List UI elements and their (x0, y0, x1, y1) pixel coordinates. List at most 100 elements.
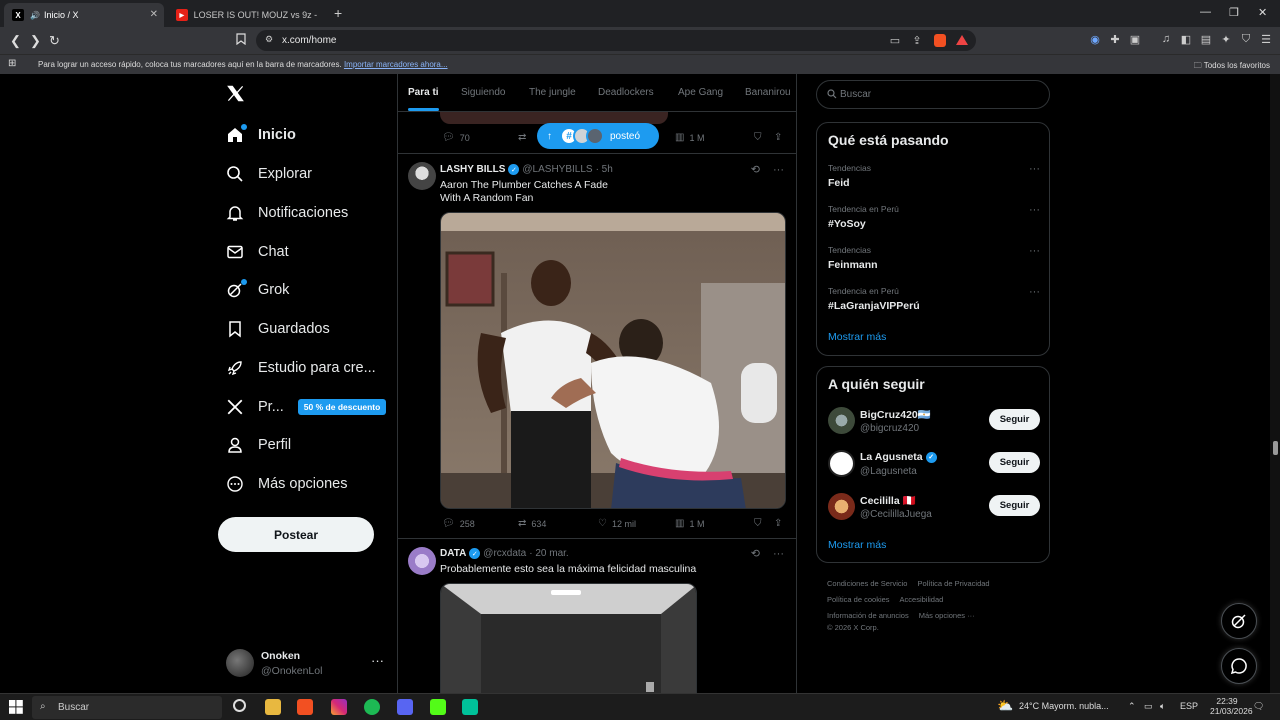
taskbar-search[interactable]: ⌕ Buscar (32, 696, 222, 719)
nav-bookmarks[interactable]: Guardados (226, 315, 330, 343)
author-handle[interactable]: @rcxdata (483, 548, 526, 559)
bookmark-post-button[interactable]: ⛉ (754, 132, 767, 143)
more-dots-icon[interactable]: ··· (1029, 163, 1040, 175)
notifications-icon[interactable]: 🗨︎ (1253, 701, 1264, 712)
views-button[interactable]: ▥ 1 M (675, 518, 704, 529)
windows-start-icon[interactable] (9, 700, 23, 714)
nav-creator-studio[interactable]: Estudio para cre... (226, 354, 376, 382)
search-input[interactable]: Buscar (816, 80, 1050, 109)
language-indicator[interactable]: ESP (1180, 701, 1198, 711)
grok-explain-icon[interactable]: ⟲ (751, 548, 760, 560)
brave-shields-icon[interactable] (934, 34, 946, 47)
account-switcher[interactable]: Onoken @OnokenLol ··· (226, 647, 386, 681)
screenshot-icon[interactable]: ▣ (1128, 33, 1142, 47)
post-time[interactable]: · 20 mar. (529, 548, 568, 559)
extensions-icon[interactable]: ✚ (1108, 33, 1122, 47)
tab-inicio-x[interactable]: X 🔊 Inicio / X ✕ (4, 3, 164, 27)
back-icon[interactable]: ❮ (10, 33, 21, 49)
trend-item[interactable]: Tendencia en Perú #LaGranjaVIPPerú ··· (828, 286, 1040, 312)
nav-chat[interactable]: Chat (226, 238, 289, 266)
share-post-button[interactable]: ⇪ (774, 518, 787, 529)
scrollbar-thumb[interactable] (1273, 441, 1278, 455)
app-icon[interactable] (462, 699, 478, 715)
more-dots-icon[interactable]: ··· (773, 164, 784, 176)
volume-icon[interactable]: 🔈︎ (1160, 701, 1165, 712)
ads-info-link[interactable]: Información de anuncios (827, 611, 909, 620)
nav-explore[interactable]: Explorar (226, 160, 312, 188)
grok-explain-icon[interactable]: ⟲ (751, 164, 760, 176)
tab-the-jungle[interactable]: The jungle (529, 87, 576, 98)
follow-button[interactable]: Seguir (989, 452, 1040, 473)
brave-browser-icon[interactable] (297, 699, 313, 715)
post-time[interactable]: · 5h (596, 164, 613, 175)
privacy-link[interactable]: Política de Privacidad (917, 579, 989, 588)
messages-floating-button[interactable] (1221, 648, 1257, 684)
share-post-button[interactable]: ⇪ (774, 132, 787, 143)
kick-icon[interactable] (430, 699, 446, 715)
reply-button[interactable]: 💬︎ 70 (442, 132, 470, 143)
show-more-follow-link[interactable]: Mostrar más (828, 539, 886, 551)
tweet-video[interactable] (440, 583, 697, 693)
repost-button[interactable]: ⇄ (518, 132, 531, 143)
apps-grid-icon[interactable]: ⊞ (8, 58, 16, 69)
views-button[interactable]: ▥ 1 M (675, 132, 704, 143)
tab-deadlockers[interactable]: Deadlockers (598, 87, 654, 98)
reply-button[interactable]: 💬︎ 258 (442, 518, 475, 529)
like-button[interactable]: ♡ 12 mil (598, 518, 636, 529)
minimize-button[interactable]: — (1200, 6, 1211, 18)
media-icon[interactable]: ♫ (1159, 33, 1173, 47)
cortana-icon[interactable] (233, 699, 246, 712)
x-logo-icon[interactable] (226, 84, 245, 103)
vpn-icon[interactable]: ⛉ (1239, 33, 1253, 47)
nav-profile[interactable]: Perfil (226, 431, 291, 459)
reload-icon[interactable]: ↻ (49, 33, 60, 49)
cookies-link[interactable]: Política de cookies (827, 595, 890, 604)
follow-suggestion[interactable]: BigCruz420🇦🇷 @bigcruz420 Seguir (828, 407, 1040, 439)
more-options-link[interactable]: Más opciones ··· (919, 611, 975, 620)
menu-icon[interactable]: ☰ (1259, 33, 1273, 47)
terms-link[interactable]: Condiciones de Servicio (827, 579, 907, 588)
network-icon[interactable]: ▭ (1144, 701, 1153, 712)
import-bookmarks-link[interactable]: Importar marcadores ahora... (344, 60, 448, 69)
tab-bananirou[interactable]: Bananirou (745, 87, 791, 98)
sidebar-icon[interactable]: ◧ (1179, 33, 1193, 47)
new-posts-pill[interactable]: ↑ # posteó (537, 123, 659, 149)
tab-para-ti[interactable]: Para ti (408, 87, 439, 111)
tweet[interactable]: LASHY BILLS ✓ @LASHYBILLS · 5h ⟲ ··· Aar… (398, 154, 796, 539)
all-favorites-folder[interactable]: 🗀 Todos los favoritos (1194, 60, 1270, 74)
trend-item[interactable]: Tendencia en Perú #YoSoy ··· (828, 204, 1040, 230)
grok-floating-button[interactable] (1221, 603, 1257, 639)
bookmark-icon[interactable] (236, 33, 246, 45)
follow-button[interactable]: Seguir (989, 409, 1040, 430)
bookmark-post-button[interactable]: ⛉ (754, 518, 767, 529)
restore-button[interactable]: ❐ (1229, 6, 1239, 19)
trend-item[interactable]: Tendencias Feid ··· (828, 163, 1040, 189)
more-dots-icon[interactable]: ··· (773, 548, 784, 560)
spotify-icon[interactable] (364, 699, 380, 715)
close-window-button[interactable]: ✕ (1258, 6, 1267, 19)
more-dots-icon[interactable]: ··· (1029, 245, 1040, 257)
follow-button[interactable]: Seguir (989, 495, 1040, 516)
instagram-icon[interactable] (331, 699, 347, 715)
author-handle[interactable]: @LASHYBILLS (522, 164, 592, 175)
tweet-video[interactable] (440, 212, 786, 509)
repost-button[interactable]: ⇄ 634 (518, 518, 546, 529)
new-tab-button[interactable]: + (334, 5, 342, 21)
avatar[interactable] (408, 547, 436, 575)
share-icon[interactable]: ⇪ (910, 34, 924, 48)
discord-icon[interactable] (397, 699, 413, 715)
chevron-up-icon[interactable]: ⌃ (1128, 701, 1136, 712)
file-explorer-icon[interactable] (265, 699, 281, 715)
audio-icon[interactable]: ◉ (1088, 33, 1102, 47)
tab-ape-gang[interactable]: Ape Gang (678, 87, 723, 98)
weather-text[interactable]: 24°C Mayorm. nubla... (1019, 701, 1109, 711)
nav-more-options[interactable]: Más opciones (226, 470, 347, 498)
accessibility-link[interactable]: Accesibilidad (900, 595, 944, 604)
wallet-icon[interactable]: ▤ (1199, 33, 1213, 47)
nav-grok[interactable]: Grok (226, 276, 289, 304)
tab-youtube[interactable]: ▶ LOSER IS OUT! MOUZ vs 9z - Official (168, 3, 328, 27)
follow-suggestion[interactable]: La Agusneta ✓ @Lagusneta Seguir (828, 450, 1040, 482)
site-settings-icon[interactable]: ⚙ (265, 34, 273, 45)
follow-suggestion[interactable]: Cecililla 🇵🇪 @CecilillaJuega Seguir (828, 493, 1040, 525)
author-name[interactable]: LASHY BILLS (440, 164, 505, 175)
